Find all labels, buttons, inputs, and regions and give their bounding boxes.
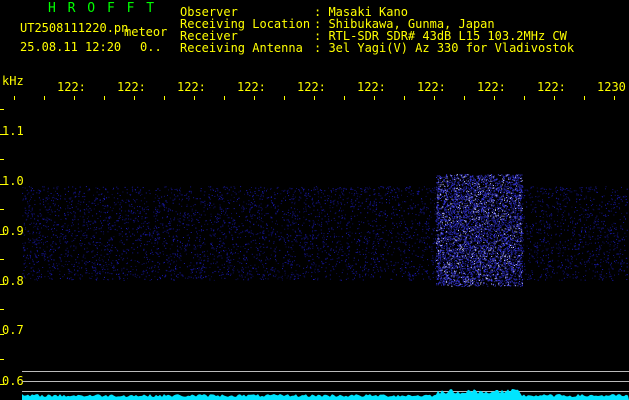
signal-level-trace: [22, 389, 629, 400]
noise-band: [22, 174, 628, 287]
tick-marks: [0, 96, 615, 385]
reference-lines: [22, 371, 629, 392]
spectrogram-canvas: [0, 96, 629, 400]
